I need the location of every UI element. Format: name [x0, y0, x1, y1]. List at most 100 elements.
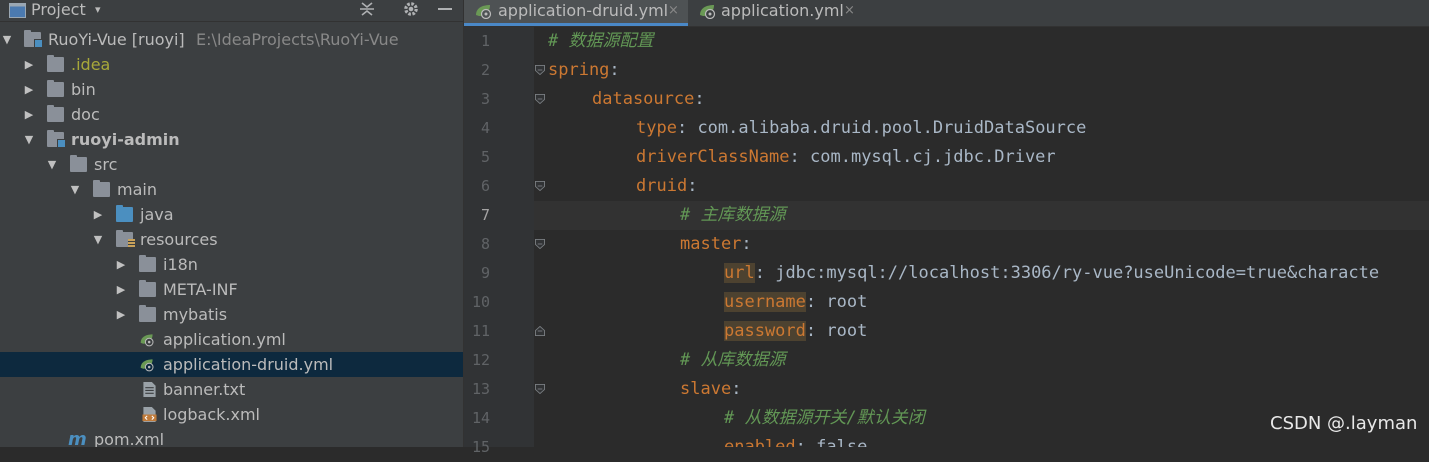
collapsed-arrow-icon[interactable]: ▶ — [114, 302, 128, 327]
code-comment: # 数据源配置 — [548, 31, 654, 51]
code-value: root — [826, 321, 868, 341]
tree-node-main[interactable]: ▼ main — [0, 177, 463, 202]
tree-node-ruoyi-vue[interactable]: ▼ RuoYi-Vue [ruoyi] E:\IdeaProjects\RuoY… — [0, 27, 463, 52]
collapsed-arrow-icon[interactable]: ▶ — [22, 77, 36, 102]
code-key: driverClassName — [636, 147, 790, 167]
editor-tab-bar: application-druid.yml × application.yml … — [464, 0, 1429, 27]
tree-node-label: java — [140, 205, 174, 224]
tree-node-resources[interactable]: ▼ resources — [0, 227, 463, 252]
tree-node-label: application-druid.yml — [163, 355, 334, 374]
tree-node-banner-txt[interactable]: banner.txt — [0, 377, 463, 402]
spring-yml-icon — [476, 5, 492, 19]
tree-node-application-yml[interactable]: application.yml — [0, 327, 463, 352]
tree-node-label: src — [94, 155, 118, 174]
gear-icon[interactable] — [402, 0, 420, 21]
code-editor[interactable]: # 数据源配置 spring: datasource: type: com.aliba… — [534, 27, 1429, 447]
expanded-arrow-icon[interactable]: ▼ — [22, 127, 36, 152]
tree-node-label: resources — [140, 230, 218, 249]
collapsed-arrow-icon[interactable]: ▶ — [22, 102, 36, 127]
collapsed-arrow-icon[interactable]: ▶ — [22, 52, 36, 77]
fold-marker-icon[interactable] — [535, 181, 545, 191]
line-number: 1 — [480, 32, 490, 50]
tree-node-src[interactable]: ▼ src — [0, 152, 463, 177]
tree-node-java[interactable]: ▶ java — [0, 202, 463, 227]
expanded-arrow-icon[interactable]: ▼ — [91, 227, 105, 252]
text-file-icon — [143, 382, 156, 397]
expanded-arrow-icon[interactable]: ▼ — [0, 27, 14, 52]
tree-node-meta-inf[interactable]: ▶ META-INF — [0, 277, 463, 302]
code-line[interactable]: # 数据源配置 — [534, 27, 1429, 56]
collapsed-arrow-icon[interactable]: ▶ — [91, 202, 105, 227]
tree-node-label: banner.txt — [163, 380, 246, 399]
resources-folder-icon — [116, 230, 135, 247]
code-line[interactable]: type: com.alibaba.druid.pool.DruidDataSo… — [534, 114, 1429, 143]
code-colon: : — [687, 176, 698, 196]
code-key: slave — [680, 379, 732, 399]
code-value: com.mysql.cj.jdbc.Driver — [810, 147, 1056, 167]
tree-node-label: main — [117, 180, 157, 199]
tree-node-doc[interactable]: ▶ doc — [0, 102, 463, 127]
folder-icon — [139, 305, 156, 322]
code-comment: # 从数据源开关/默认关闭 — [724, 408, 925, 428]
tree-node-mybatis[interactable]: ▶ mybatis — [0, 302, 463, 327]
module-folder-icon — [24, 30, 43, 48]
line-number: 7 — [480, 206, 490, 224]
line-number: 5 — [480, 148, 490, 166]
fold-marker-icon[interactable] — [535, 94, 545, 104]
code-line[interactable]: username: root — [534, 288, 1429, 317]
collapsed-arrow-icon[interactable]: ▶ — [114, 252, 128, 277]
code-line[interactable]: url: jdbc:mysql://localhost:3306/ry-vue?… — [534, 259, 1429, 288]
tree-node-label: META-INF — [163, 280, 238, 299]
chevron-down-icon[interactable]: ▾ — [95, 0, 101, 20]
tree-node-pom-xml[interactable]: m pom.xml — [0, 427, 463, 447]
module-folder-icon — [47, 130, 66, 148]
tab-label: application-druid.yml — [498, 1, 669, 20]
code-colon: : — [805, 321, 827, 341]
tree-node-logback-xml[interactable]: logback.xml — [0, 402, 463, 427]
expanded-arrow-icon[interactable]: ▼ — [68, 177, 82, 202]
code-comment: # 从库数据源 — [680, 350, 786, 370]
folder-icon — [93, 180, 110, 197]
line-number: 2 — [480, 61, 490, 79]
fold-marker-icon[interactable] — [535, 326, 545, 336]
tree-node-bin[interactable]: ▶ bin — [0, 77, 463, 102]
code-line[interactable]: datasource: — [534, 85, 1429, 114]
close-icon[interactable]: × — [844, 0, 855, 21]
code-line[interactable]: # 从库数据源 — [534, 346, 1429, 375]
code-key: spring — [548, 60, 610, 80]
line-number: 8 — [480, 235, 490, 253]
fold-marker-icon[interactable] — [535, 384, 545, 394]
close-icon[interactable]: × — [668, 0, 679, 21]
tree-node-ruoyi-admin[interactable]: ▼ ruoyi-admin — [0, 127, 463, 152]
line-number: 3 — [480, 90, 490, 108]
code-key: enabled — [724, 437, 796, 447]
line-number: 9 — [480, 264, 490, 282]
fold-marker-icon[interactable] — [535, 239, 545, 249]
tree-node-idea[interactable]: ▶ .idea — [0, 52, 463, 77]
tree-node-label: .idea — [71, 55, 111, 74]
code-line[interactable]: enabled: false — [534, 433, 1429, 447]
collapsed-arrow-icon[interactable]: ▶ — [114, 277, 128, 302]
tree-node-i18n[interactable]: ▶ i18n — [0, 252, 463, 277]
expanded-arrow-icon[interactable]: ▼ — [45, 152, 59, 177]
code-line[interactable]: spring: — [534, 56, 1429, 85]
tab-application-yml[interactable]: application.yml × — [688, 0, 864, 26]
watermark: CSDN @.layman — [1270, 413, 1418, 434]
code-line[interactable]: # 主库数据源 — [534, 201, 1429, 230]
project-view-title[interactable]: Project — [31, 0, 86, 21]
code-line[interactable]: driverClassName: com.mysql.cj.jdbc.Drive… — [534, 143, 1429, 172]
fold-marker-icon[interactable] — [535, 65, 545, 75]
collapse-all-icon[interactable] — [359, 0, 375, 21]
code-colon: : — [731, 379, 742, 399]
code-line[interactable]: master: — [534, 230, 1429, 259]
code-colon: : — [805, 292, 827, 312]
code-line[interactable]: druid: — [534, 172, 1429, 201]
xml-file-icon — [142, 407, 157, 422]
code-line[interactable]: password: root — [534, 317, 1429, 346]
source-folder-icon — [116, 205, 133, 222]
tree-node-label: ruoyi-admin — [71, 130, 180, 149]
tab-application-druid-yml[interactable]: application-druid.yml × — [464, 0, 688, 26]
code-line[interactable]: slave: — [534, 375, 1429, 404]
tree-node-application-druid-yml[interactable]: application-druid.yml — [0, 352, 463, 377]
minimize-icon[interactable] — [437, 0, 453, 21]
